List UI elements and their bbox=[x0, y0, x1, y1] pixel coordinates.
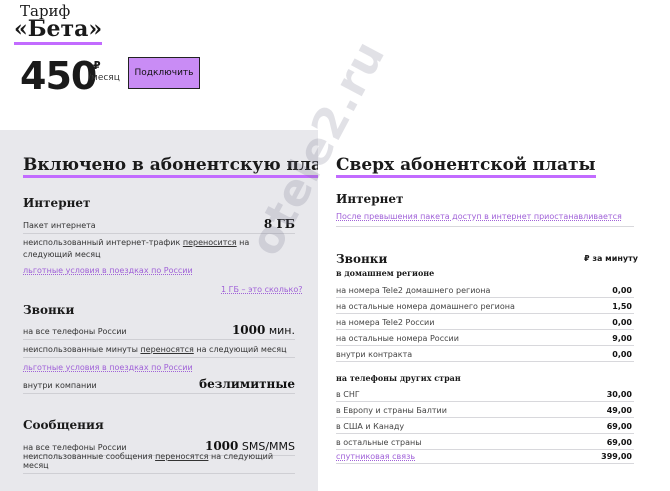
foreign-row: в остальные страны 69,00 bbox=[336, 435, 634, 450]
messages-russia-label: на все телефоны России bbox=[23, 443, 127, 452]
home-region-row-value: 0,00 bbox=[612, 286, 632, 295]
home-region-row-value: 1,50 bbox=[612, 302, 632, 311]
home-region-row: на номера Tele2 домашнего региона 0,00 bbox=[336, 283, 634, 298]
price-currency: ₽ bbox=[93, 59, 101, 72]
messages-rollover-row: неиспользованные сообщения переносятся н… bbox=[23, 452, 295, 474]
divider bbox=[336, 226, 634, 227]
foreign-row-value: 69,00 bbox=[606, 422, 632, 431]
calls-travel-link[interactable]: льготные условия в поездках по России bbox=[23, 363, 193, 372]
foreign-row-value: 69,00 bbox=[606, 438, 632, 447]
foreign-row-label: в остальные страны bbox=[336, 438, 422, 447]
calls-company-label: внутри компании bbox=[23, 381, 97, 390]
home-region-row-label: на остальные номера домашнего региона bbox=[336, 302, 515, 311]
tariff-name: «Бета» bbox=[14, 16, 103, 45]
foreign-row-value: 49,00 bbox=[606, 406, 632, 415]
satellite-value: 399,00 bbox=[601, 452, 632, 461]
extra-calls-title: Звонки bbox=[336, 252, 388, 266]
calls-company-value: безлимитные bbox=[199, 377, 295, 391]
home-region-title: в домашнем регионе bbox=[336, 268, 435, 278]
foreign-row-label: в СНГ bbox=[336, 390, 360, 399]
calls-company-row: внутри компании безлимитные bbox=[23, 374, 295, 394]
internet-travel-link[interactable]: льготные условия в поездках по России bbox=[23, 266, 193, 275]
home-region-row-label: внутри контракта bbox=[336, 350, 413, 359]
messages-rollover-link[interactable]: переносятся bbox=[155, 452, 208, 461]
included-calls-title: Звонки bbox=[23, 303, 75, 317]
calls-rollover-row: неиспользованные минуты переносятся на с… bbox=[23, 341, 295, 358]
home-region-row-value: 0,00 bbox=[612, 318, 632, 327]
foreign-row: в США и Канаду 69,00 bbox=[336, 419, 634, 434]
home-region-row-value: 0,00 bbox=[612, 350, 632, 359]
foreign-title: на телефоны других стран bbox=[336, 373, 461, 383]
internet-rollover-link[interactable]: переносится bbox=[183, 238, 237, 247]
home-region-row-label: на номера Tele2 домашнего региона bbox=[336, 286, 491, 295]
calls-russia-value: 1000 мин. bbox=[231, 323, 295, 337]
price-value: 450 bbox=[20, 54, 97, 98]
home-region-row-label: на номера Tele2 России bbox=[336, 318, 435, 327]
calls-russia-label: на все телефоны России bbox=[23, 327, 127, 336]
home-region-row: внутри контракта 0,00 bbox=[336, 347, 634, 362]
included-internet-title: Интернет bbox=[23, 196, 91, 210]
foreign-row-label: в США и Канаду bbox=[336, 422, 405, 431]
included-messages-title: Сообщения bbox=[23, 418, 104, 432]
foreign-row-value: 30,00 bbox=[606, 390, 632, 399]
internet-package-label: Пакет интернета bbox=[23, 221, 96, 230]
home-region-row: на остальные номера России 9,00 bbox=[336, 331, 634, 346]
calls-rollover-link[interactable]: переносятся bbox=[140, 345, 193, 354]
foreign-row: в СНГ 30,00 bbox=[336, 387, 634, 402]
connect-button[interactable]: Подключить bbox=[128, 57, 200, 89]
calls-unit-header: ₽ за минуту bbox=[584, 254, 638, 263]
foreign-row-label: в Европу и страны Балтии bbox=[336, 406, 447, 415]
messages-russia-value: 1000 SMS/MMS bbox=[204, 439, 295, 453]
price-period: /месяц bbox=[88, 73, 120, 83]
foreign-row: в Европу и страны Балтии 49,00 bbox=[336, 403, 634, 418]
home-region-row-label: на остальные номера России bbox=[336, 334, 459, 343]
internet-overuse-note-link[interactable]: После превышения пакета доступ в интерне… bbox=[336, 212, 622, 221]
calls-russia-row: на все телефоны России 1000 мин. bbox=[23, 318, 295, 340]
satellite-link[interactable]: спутниковая связь bbox=[336, 452, 415, 461]
home-region-row: на остальные номера домашнего региона 1,5… bbox=[336, 299, 634, 314]
home-region-row: на номера Tele2 России 0,00 bbox=[336, 315, 634, 330]
satellite-row: спутниковая связь 399,00 bbox=[336, 449, 634, 464]
extra-title: Сверх абонентской платы bbox=[336, 155, 596, 178]
home-region-row-value: 9,00 bbox=[612, 334, 632, 343]
gb-info-link[interactable]: 1 ГБ – это сколько? bbox=[221, 285, 303, 294]
extra-internet-title: Интернет bbox=[336, 192, 404, 206]
